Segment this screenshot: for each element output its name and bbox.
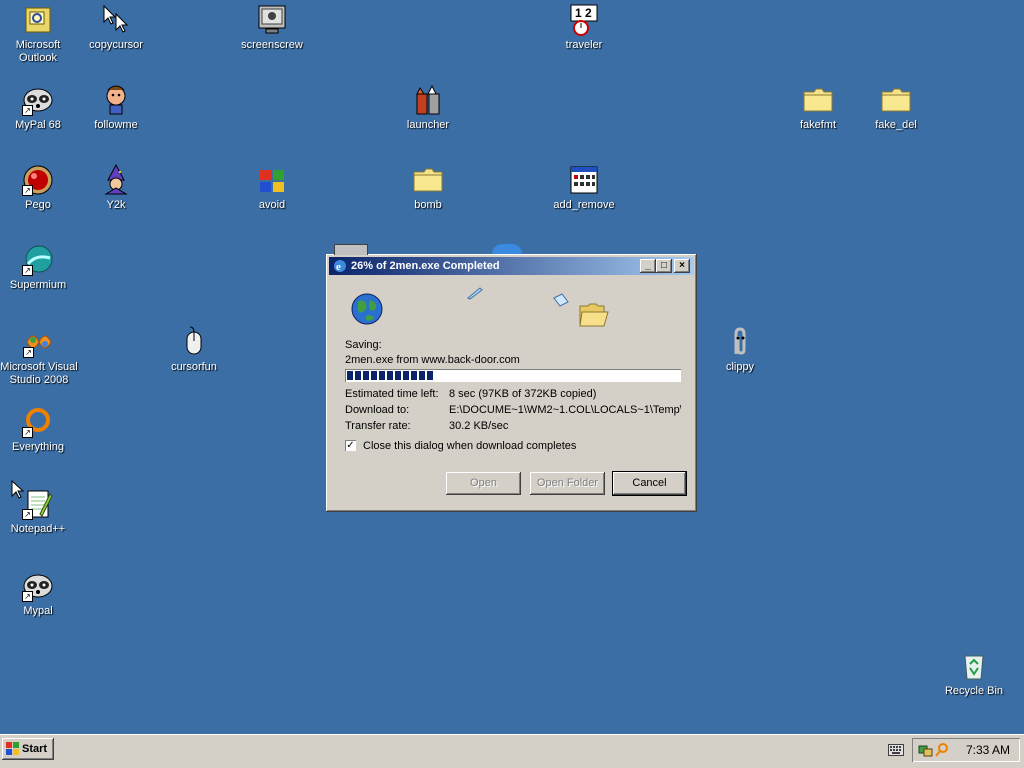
download-to-value: E:\DOCUME~1\WM2~1.COL\LOCALS~1\Temp\ [449,404,681,416]
shortcut-arrow-icon: ↗ [22,105,33,116]
desktop-icon-copycursor[interactable]: copycursor [78,4,154,74]
desktop-icon-traveler[interactable]: 1 2 traveler [546,4,622,74]
shortcut-arrow-icon: ↗ [22,265,33,276]
maximize-icon: □ [660,260,668,271]
flying-paper-icon [466,286,484,300]
keyboard-tray-icon[interactable] [888,744,904,756]
svg-text:e: e [336,261,341,273]
close-when-complete-label[interactable]: Close this dialog when download complete… [363,440,576,452]
minimize-button[interactable]: _ [640,259,656,273]
desktop-icon-supermium[interactable]: ↗ Supermium [0,244,76,314]
desktop-icon-add-remove[interactable]: add_remove [546,164,622,234]
desktop-icon-fake-del[interactable]: fake_del [858,84,934,154]
desktop-icon-mypal-68[interactable]: ↗ MyPal 68 [0,84,76,154]
open-button[interactable]: Open [446,472,521,495]
transfer-rate-label: Transfer rate: [345,420,411,432]
notepad-icon: ↗ [22,488,54,520]
open-folder-icon [578,302,610,328]
red-ball-icon: ↗ [22,164,54,196]
download-to-label: Download to: [345,404,410,416]
desktop-icon-launcher[interactable]: launcher [390,84,466,154]
partially-hidden-icon [334,244,368,255]
shortcut-arrow-icon: ↗ [22,185,33,196]
shortcut-arrow-icon: ↗ [22,427,33,438]
flying-paper-icon [552,292,570,308]
mouse-pointer-icon [11,479,25,500]
saving-file: 2men.exe from www.back-door.com [345,354,520,366]
estimated-time-label: Estimated time left: [345,388,439,400]
desktop-icon-followme[interactable]: followme [78,84,154,154]
raccoon-icon: ↗ [22,84,54,116]
network-tray-icon[interactable] [918,743,934,757]
monitor-icon [256,4,288,36]
windows-flag-icon [256,164,288,196]
calendar-icon [568,164,600,196]
desktop-icon-cursorfun[interactable]: cursorfun [156,326,232,396]
desktop-icon-microsoft-outlook[interactable]: Microsoft Outlook [0,4,76,74]
cancel-button[interactable]: Cancel [613,472,686,495]
dialog-titlebar[interactable]: e 26% of 2men.exe Completed _ □ × [329,257,694,275]
desktop-icon-visual-studio-2008[interactable]: ↗ Microsoft Visual Studio 2008 [0,326,78,396]
paperclip-icon [724,326,756,358]
maximize-button[interactable]: □ [656,259,672,273]
wizard-icon [100,163,132,196]
folder-icon [802,84,834,116]
supermium-icon: ↗ [22,244,54,276]
partially-hidden-icon [492,244,522,254]
windows-logo-icon [6,742,20,756]
desktop-icon-y2k[interactable]: Y2k [78,163,154,234]
estimated-time-value: 8 sec (97KB of 372KB copied) [449,388,597,400]
progress-fill [347,371,435,380]
system-tray: 7:33 AM [912,738,1020,762]
close-button[interactable]: × [674,259,690,273]
internet-explorer-icon: e [332,258,348,274]
taskbar: Start 7:33 AM [0,734,1024,768]
cursor-icon [100,4,132,36]
close-icon: × [679,260,685,271]
search-ring-icon: ↗ [22,406,54,438]
close-when-complete-checkbox[interactable]: ✓ [345,440,356,451]
character-icon [100,84,132,116]
start-button[interactable]: Start [2,738,54,760]
desktop-icon-screenscrew[interactable]: screenscrew [234,4,310,74]
mouse-icon [178,326,210,358]
desktop-icon-pego[interactable]: ↗ Pego [0,164,76,234]
globe-icon [350,292,384,326]
desktop-icon-everything[interactable]: ↗ Everything [0,406,76,476]
shortcut-arrow-icon: ↗ [23,347,34,358]
svg-text:1 2: 1 2 [575,6,592,20]
desktop-icon-avoid[interactable]: avoid [234,164,310,234]
minimize-icon: _ [645,260,651,271]
saving-label: Saving: [345,339,382,351]
desktop-icon-fakefmt[interactable]: fakefmt [780,84,856,154]
start-label: Start [22,743,48,755]
shortcut-arrow-icon: ↗ [22,591,33,602]
rocket-icon [412,84,444,116]
clock[interactable]: 7:33 AM [966,738,1010,762]
dialog-title: 26% of 2men.exe Completed [351,260,500,272]
download-progress-bar [345,369,681,382]
shortcut-arrow-icon: ↗ [22,509,33,520]
desktop-icon-mypal[interactable]: ↗ Mypal [0,570,76,640]
search-tray-icon[interactable] [934,743,950,757]
desktop-icon-clippy[interactable]: clippy [702,326,778,396]
recycle-bin-icon [958,650,990,682]
desktop-icon-bomb[interactable]: bomb [390,164,466,234]
open-folder-button[interactable]: Open Folder [530,472,605,495]
outlook-icon [22,4,54,36]
folder-icon [412,164,444,196]
clock-icon: 1 2 [568,4,600,36]
desktop-icon-recycle-bin[interactable]: Recycle Bin [936,650,1012,720]
visual-studio-icon: ↗ [23,326,55,358]
transfer-rate-value: 30.2 KB/sec [449,420,509,432]
folder-icon [880,84,912,116]
raccoon-icon: ↗ [22,570,54,602]
